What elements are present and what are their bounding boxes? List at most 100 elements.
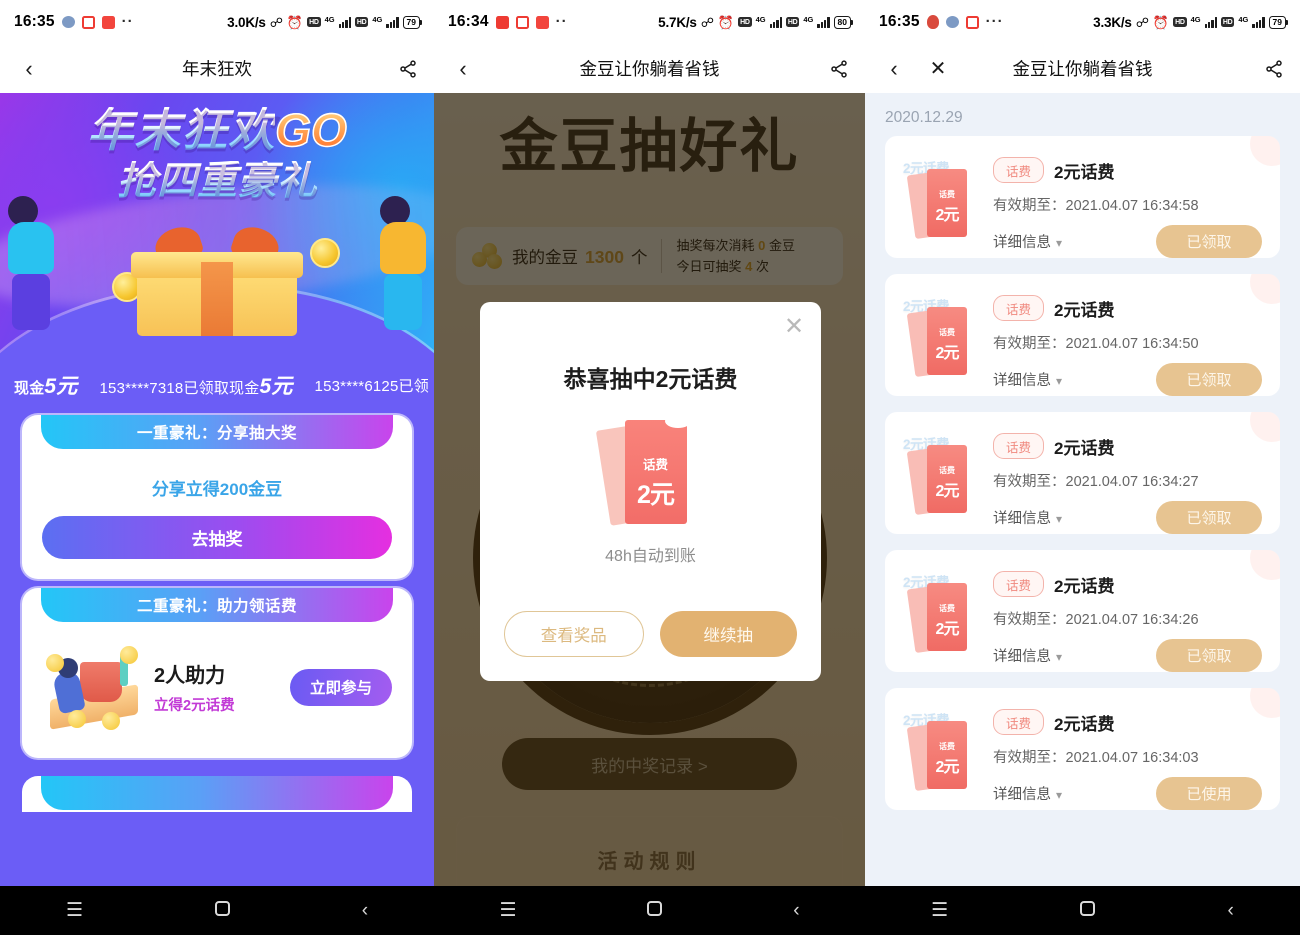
reward-card-3-partial[interactable] — [22, 776, 412, 812]
close-icon-nav[interactable]: ✕ — [925, 59, 951, 79]
back-arrow-icon[interactable]: ‹ — [16, 57, 42, 80]
list-item[interactable]: 2元话费 话费 2元 话费 2元话费 有效期至：2021.04.07 16:34… — [885, 412, 1280, 534]
app-icon-blue-3 — [945, 16, 959, 28]
record-expiry: 有效期至：2021.04.07 16:34:58 — [993, 198, 1199, 214]
status-time-2: 16:34 — [448, 13, 489, 30]
back-icon-2[interactable]: ‹ — [793, 901, 799, 920]
modal-note: 48h自动到账 — [605, 548, 696, 565]
app-icon-qq — [926, 15, 939, 29]
nav-bar-1: ‹ 年末狂欢 — [0, 44, 434, 93]
status-right-1: 3.0K/s ☍ ⏰ HD 4G HD 4G 79 — [227, 15, 423, 30]
banner-line1: 年末狂欢 — [87, 104, 276, 156]
record-footer: 详细信息 ▾ 已领取 — [993, 501, 1266, 534]
coupon-thumbnail: 2元话费 话费 2元 — [899, 427, 985, 519]
go-lottery-button[interactable]: 去抽奖 — [42, 516, 392, 559]
detail-toggle[interactable]: 详细信息 ▾ — [993, 783, 1062, 804]
close-icon[interactable]: ✕ — [781, 314, 807, 340]
menu-icon[interactable]: ☰ — [66, 901, 83, 920]
back-arrow-icon-2[interactable]: ‹ — [450, 57, 476, 80]
detail-toggle[interactable]: 详细信息 ▾ — [993, 507, 1062, 528]
home-icon[interactable] — [214, 901, 230, 920]
detail-toggle[interactable]: 详细信息 ▾ — [993, 231, 1062, 252]
list-item[interactable]: 2元话费 话费 2元 话费 2元话费 有效期至：2021.04.07 16:34… — [885, 274, 1280, 396]
ticker-amount-1: 5元 — [259, 375, 293, 398]
detail-toggle[interactable]: 详细信息 ▾ — [993, 369, 1062, 390]
record-title: 2元话费 — [1054, 162, 1115, 182]
bluetooth-icon-3: ☍ — [1135, 14, 1149, 30]
record-status-button[interactable]: 已领取 — [1156, 225, 1262, 258]
list-item[interactable]: 2元话费 话费 2元 话费 2元话费 有效期至：2021.04.07 16:34… — [885, 136, 1280, 258]
share-icon-3[interactable] — [1264, 59, 1284, 79]
share-icon-2[interactable] — [829, 59, 849, 79]
detail-toggle[interactable]: 详细信息 ▾ — [993, 645, 1062, 666]
record-status-button[interactable]: 已领取 — [1156, 501, 1262, 534]
status-badge: 话费 — [993, 433, 1045, 459]
app-icon-red-1 — [495, 15, 509, 29]
record-expiry: 有效期至：2021.04.07 16:34:03 — [993, 750, 1199, 766]
signal-icon-3 — [769, 16, 782, 28]
home-icon-2[interactable] — [647, 901, 663, 920]
status-left-2: 16:34 ·· — [448, 13, 568, 31]
signal-icon-5 — [1204, 16, 1217, 28]
ticker-item-1: 153****7318已领取现金5元 — [100, 370, 293, 400]
join-now-button[interactable]: 立即参与 — [289, 668, 392, 706]
page-title-2: 金豆让你躺着省钱 — [579, 59, 720, 79]
record-status-button[interactable]: 已使用 — [1156, 777, 1262, 810]
list-item[interactable]: 2元话费 话费 2元 话费 2元话费 有效期至：2021.04.07 16:34… — [885, 688, 1280, 810]
android-nav-bar-2: ☰ ‹ — [434, 886, 865, 935]
status-badge: 话费 — [993, 571, 1045, 597]
view-prize-button[interactable]: 查看奖品 — [504, 611, 644, 657]
battery-indicator: 79 — [402, 15, 423, 29]
network-type-3: 4G — [755, 14, 766, 24]
chevron-down-icon: ▾ — [1056, 235, 1063, 250]
ticker-prefix-0: 现金 — [14, 380, 45, 397]
app-icon-blue — [61, 16, 75, 28]
coin-icon-2 — [310, 238, 340, 268]
coupon-thumbnail: 2元话费 话费 2元 — [899, 289, 985, 381]
hd-icon-4: HD — [785, 17, 800, 27]
android-nav-bar-3: ☰ ‹ — [865, 886, 1300, 935]
record-status-button[interactable]: 已领取 — [1156, 639, 1262, 672]
record-main: 话费 2元话费 有效期至：2021.04.07 16:34:58 详细信息 ▾ 已… — [983, 151, 1266, 258]
panel-1-content: 年末狂欢GO 抢四重豪礼 现金5元 153****7318已领取现金5元 153… — [0, 93, 434, 935]
helper-reward-label: 立得2元话费 — [154, 698, 235, 714]
coupon-thumbnail: 2元话费 话费 2元 — [899, 565, 985, 657]
ticker-amount-0: 5元 — [44, 375, 78, 398]
modal-title: 恭喜抽中2元话费 — [563, 366, 738, 392]
page-title-1: 年末狂欢 — [182, 59, 252, 79]
status-time-3: 16:35 — [879, 13, 920, 30]
network-type-6: 4G — [1238, 14, 1249, 24]
signal-icon-2 — [386, 16, 399, 28]
gift-box-illustration — [131, 221, 303, 336]
menu-icon-2[interactable]: ☰ — [499, 901, 516, 920]
prize-records-list[interactable]: 2020.12.29 2元话费 话费 2元 话费 2元话费 有效期至：2021.… — [865, 93, 1300, 935]
coupon-thumb-l1: 话费 — [939, 742, 955, 751]
chevron-down-icon: ▾ — [1056, 511, 1063, 526]
back-icon[interactable]: ‹ — [362, 901, 368, 920]
status-left-3: 16:35 ··· — [879, 13, 1004, 31]
back-icon-3[interactable]: ‹ — [1228, 901, 1234, 920]
helper-illustration — [42, 644, 146, 730]
network-speed-3: 3.3K/s — [1093, 14, 1132, 30]
record-head: 话费 2元话费 — [993, 709, 1266, 735]
list-item[interactable]: 2元话费 话费 2元 话费 2元话费 有效期至：2021.04.07 16:34… — [885, 550, 1280, 672]
coupon-thumbnail: 2元话费 话费 2元 — [899, 151, 985, 243]
status-bar-3: 16:35 ··· 3.3K/s ☍ ⏰ HD 4G HD 4G 79 — [865, 0, 1300, 44]
share-icon[interactable] — [398, 59, 418, 79]
home-icon-3[interactable] — [1080, 901, 1096, 920]
record-footer: 详细信息 ▾ 已领取 — [993, 225, 1266, 258]
record-footer: 详细信息 ▾ 已领取 — [993, 639, 1266, 672]
back-arrow-icon-3[interactable]: ‹ — [881, 57, 907, 80]
banner-person-left — [8, 196, 54, 330]
status-bar-1: 16:35 ·· 3.0K/s ☍ ⏰ HD 4G HD 4G 79 — [0, 0, 434, 44]
continue-draw-button[interactable]: 继续抽 — [659, 611, 797, 657]
status-bar-2: 16:34 ·· 5.7K/s ☍ ⏰ HD 4G HD 4G 80 — [434, 0, 865, 44]
record-status-button[interactable]: 已领取 — [1156, 363, 1262, 396]
menu-icon-3[interactable]: ☰ — [931, 901, 948, 920]
signal-icon-6 — [1252, 16, 1265, 28]
status-right-2: 5.7K/s ☍ ⏰ HD 4G HD 4G 80 — [658, 14, 854, 30]
alarm-icon-2: ⏰ — [717, 14, 735, 30]
phone-panel-2: 16:34 ·· 5.7K/s ☍ ⏰ HD 4G HD 4G 80 ‹ 金豆让… — [434, 0, 865, 935]
nav-bar-2: ‹ 金豆让你躺着省钱 — [434, 44, 865, 93]
prize-coupon-illustration: 话费 2元 — [595, 414, 699, 528]
